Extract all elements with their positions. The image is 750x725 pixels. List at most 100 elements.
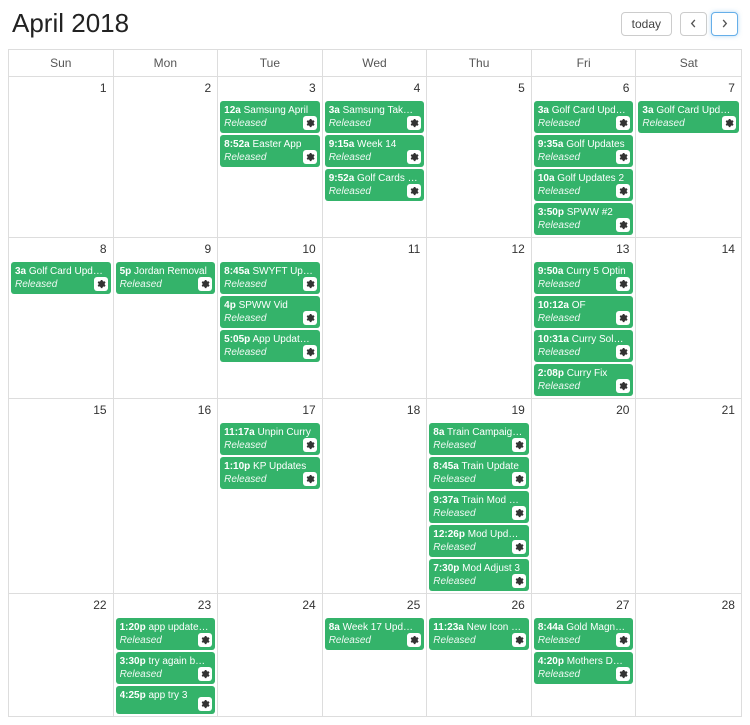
day-cell[interactable]: 108:45a SWYFT UpdatesReleased4p SPWW Vid… (218, 238, 323, 398)
day-cell[interactable]: 21 (636, 399, 741, 593)
gear-icon[interactable] (407, 150, 421, 164)
day-cell[interactable]: 20 (532, 399, 637, 593)
calendar-event[interactable]: 3a Golf Card Update SaturdayReleased (638, 101, 739, 133)
calendar-event[interactable]: 3a Golf Card Update FriReleased (534, 101, 634, 133)
gear-icon[interactable] (616, 277, 630, 291)
calendar-event[interactable]: 4:20p Mothers Day CardReleased (534, 652, 634, 684)
day-cell[interactable]: 5 (427, 77, 532, 237)
calendar-event[interactable]: 10:31a Curry Sold OutReleased (534, 330, 634, 362)
day-cell[interactable]: 2 (114, 77, 219, 237)
gear-icon[interactable] (303, 472, 317, 486)
calendar-event[interactable]: 7:30p Mod Adjust 3Released (429, 559, 529, 591)
calendar-event[interactable]: 3a Samsung TakedownReleased (325, 101, 425, 133)
gear-icon[interactable] (722, 116, 736, 130)
calendar-event[interactable]: 5:05p App Update mastersReleased (220, 330, 320, 362)
day-cell[interactable]: 12 (427, 238, 532, 398)
calendar-event[interactable]: 4:25p app try 3 (116, 686, 216, 714)
gear-icon[interactable] (616, 345, 630, 359)
day-cell[interactable]: 18 (323, 399, 428, 593)
calendar-event[interactable]: 8:52a Easter AppReleased (220, 135, 320, 167)
calendar-event[interactable]: 11:23a New Icon ModelsReleased (429, 618, 529, 650)
day-cell[interactable]: 83a Golf Card Update SundayReleased (9, 238, 114, 398)
calendar-event[interactable]: 12:26p Mod Update 2Released (429, 525, 529, 557)
calendar-event[interactable]: 8a Train Campaign LaunchReleased (429, 423, 529, 455)
gear-icon[interactable] (616, 667, 630, 681)
day-cell[interactable]: 198a Train Campaign LaunchReleased8:45a … (427, 399, 532, 593)
gear-icon[interactable] (198, 633, 212, 647)
day-cell[interactable]: 1 (9, 77, 114, 237)
next-button[interactable] (711, 12, 738, 36)
calendar-event[interactable]: 5p Jordan RemovalReleased (116, 262, 216, 294)
calendar-event[interactable]: 8a Week 17 UpdatesReleased (325, 618, 425, 650)
day-cell[interactable]: 14 (636, 238, 741, 398)
calendar-event[interactable]: 9:52a Golf Cards UpdateReleased (325, 169, 425, 201)
calendar-event[interactable]: 3:30p try again batch -app uReleased (116, 652, 216, 684)
day-cell[interactable]: 73a Golf Card Update SaturdayReleased (636, 77, 741, 237)
gear-icon[interactable] (407, 633, 421, 647)
gear-icon[interactable] (198, 667, 212, 681)
day-cell[interactable]: 312a Samsung AprilReleased8:52a Easter A… (218, 77, 323, 237)
calendar-event[interactable]: 8:45a Train UpdateReleased (429, 457, 529, 489)
event-time: 8:45a (433, 461, 459, 472)
day-cell[interactable]: 28 (636, 594, 741, 716)
gear-icon[interactable] (198, 277, 212, 291)
calendar-event[interactable]: 9:15a Week 14Released (325, 135, 425, 167)
gear-icon[interactable] (303, 277, 317, 291)
calendar-event[interactable]: 10:12a OFReleased (534, 296, 634, 328)
calendar-event[interactable]: 2:08p Curry FixReleased (534, 364, 634, 396)
calendar-event[interactable]: 4p SPWW VidReleased (220, 296, 320, 328)
calendar-event[interactable]: 9:37a Train Mod UpdateReleased (429, 491, 529, 523)
today-button[interactable]: today (621, 12, 672, 36)
gear-icon[interactable] (616, 184, 630, 198)
calendar-event[interactable]: 3a Golf Card Update SundayReleased (11, 262, 111, 294)
gear-icon[interactable] (303, 116, 317, 130)
gear-icon[interactable] (616, 116, 630, 130)
calendar-event[interactable]: 1:20p app update 4/23Released (116, 618, 216, 650)
gear-icon[interactable] (616, 218, 630, 232)
gear-icon[interactable] (616, 150, 630, 164)
day-cell[interactable]: 95p Jordan RemovalReleased (114, 238, 219, 398)
day-cell[interactable]: 231:20p app update 4/23Released3:30p try… (114, 594, 219, 716)
calendar-event[interactable]: 12a Samsung AprilReleased (220, 101, 320, 133)
day-cell[interactable]: 24 (218, 594, 323, 716)
gear-icon[interactable] (512, 540, 526, 554)
prev-button[interactable] (680, 12, 707, 36)
calendar-event[interactable]: 9:50a Curry 5 OptinReleased (534, 262, 634, 294)
gear-icon[interactable] (303, 438, 317, 452)
event-time: 3a (642, 105, 653, 116)
day-cell[interactable]: 258a Week 17 UpdatesReleased (323, 594, 428, 716)
calendar-event[interactable]: 3:50p SPWW #2Released (534, 203, 634, 235)
event-title: Golf Updates (563, 139, 624, 150)
gear-icon[interactable] (94, 277, 108, 291)
gear-icon[interactable] (407, 116, 421, 130)
day-cell[interactable]: 278:44a Gold Magnetico LaunchReleased4:2… (532, 594, 637, 716)
gear-icon[interactable] (198, 697, 212, 711)
gear-icon[interactable] (512, 633, 526, 647)
day-cell[interactable]: 2611:23a New Icon ModelsReleased (427, 594, 532, 716)
gear-icon[interactable] (303, 150, 317, 164)
calendar-event[interactable]: 11:17a Unpin CurryReleased (220, 423, 320, 455)
gear-icon[interactable] (303, 345, 317, 359)
calendar-event[interactable]: 9:35a Golf UpdatesReleased (534, 135, 634, 167)
day-cell[interactable]: 63a Golf Card Update FriReleased9:35a Go… (532, 77, 637, 237)
calendar-event[interactable]: 1:10p KP UpdatesReleased (220, 457, 320, 489)
gear-icon[interactable] (616, 311, 630, 325)
day-cell[interactable]: 11 (323, 238, 428, 398)
gear-icon[interactable] (303, 311, 317, 325)
day-cell[interactable]: 16 (114, 399, 219, 593)
gear-icon[interactable] (512, 574, 526, 588)
day-cell[interactable]: 43a Samsung TakedownReleased9:15a Week 1… (323, 77, 428, 237)
gear-icon[interactable] (616, 379, 630, 393)
gear-icon[interactable] (512, 438, 526, 452)
calendar-event[interactable]: 8:44a Gold Magnetico LaunchReleased (534, 618, 634, 650)
day-cell[interactable]: 139:50a Curry 5 OptinReleased10:12a OFRe… (532, 238, 637, 398)
calendar-event[interactable]: 10a Golf Updates 2Released (534, 169, 634, 201)
calendar-event[interactable]: 8:45a SWYFT UpdatesReleased (220, 262, 320, 294)
day-cell[interactable]: 15 (9, 399, 114, 593)
gear-icon[interactable] (512, 472, 526, 486)
gear-icon[interactable] (407, 184, 421, 198)
day-cell[interactable]: 1711:17a Unpin CurryReleased1:10p KP Upd… (218, 399, 323, 593)
gear-icon[interactable] (512, 506, 526, 520)
gear-icon[interactable] (616, 633, 630, 647)
day-cell[interactable]: 22 (9, 594, 114, 716)
